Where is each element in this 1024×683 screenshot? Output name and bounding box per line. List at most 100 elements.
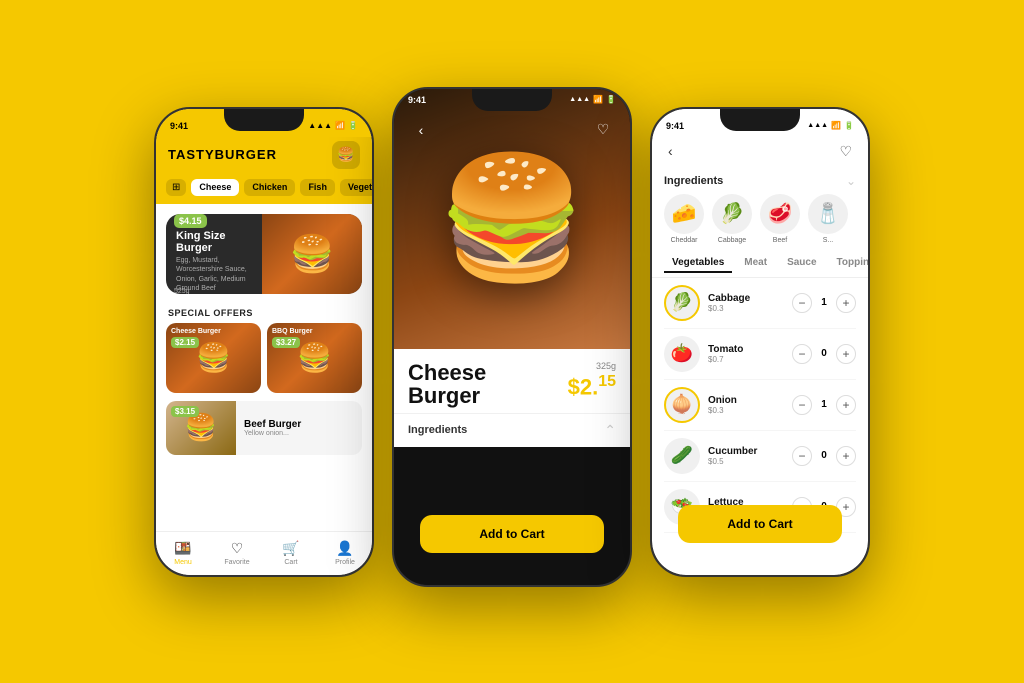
onion-plus[interactable]: + bbox=[836, 395, 856, 415]
special-card-1[interactable]: 🍔 Cheese Burger $2.15 bbox=[166, 323, 261, 393]
app-title: TASTYBURGER bbox=[168, 147, 277, 162]
ingredients-bar: Ingredients ⌃ bbox=[394, 413, 630, 447]
special-price-1: $2.15 bbox=[171, 337, 199, 348]
tab-fish[interactable]: Fish bbox=[300, 179, 335, 196]
ingredients-label: Ingredients bbox=[408, 424, 467, 436]
menu-icon[interactable]: 🍔 bbox=[332, 141, 360, 169]
phone-menu: 9:41 ▲▲▲ 📶 🔋 TASTYBURGER 🍔 ⊞ Cheese Chic… bbox=[154, 107, 374, 577]
phone-product: ‹ ♡ 🍔 9:41 ▲▲▲ 📶 🔋 CheeseBurger 325g bbox=[392, 87, 632, 587]
nav-profile[interactable]: 👤 Profile bbox=[318, 540, 372, 566]
favorite-button[interactable]: ♡ bbox=[590, 117, 616, 143]
onion-qty-ctrl: − 1 + bbox=[792, 395, 856, 415]
product-name: CheeseBurger bbox=[408, 361, 486, 407]
status-icons-1: ▲▲▲ 📶 🔋 bbox=[308, 121, 358, 130]
cheddar-label: Cheddar bbox=[671, 237, 698, 244]
nav-menu[interactable]: 🍱 Menu bbox=[156, 540, 210, 566]
menu-content: $4.15 King Size Burger Egg, Mustard, Wor… bbox=[156, 204, 372, 455]
hero-overlay: ‹ ♡ bbox=[394, 117, 630, 143]
product-info: CheeseBurger 325g $2.15 bbox=[394, 349, 630, 413]
cabbage-chip-label: Cabbage bbox=[718, 237, 746, 244]
special-price-2: $3.27 bbox=[272, 337, 300, 348]
salt-img: 🧂 bbox=[808, 194, 848, 234]
cart-nav-label: Cart bbox=[284, 559, 297, 566]
beef-desc: Yellow onion... bbox=[244, 430, 301, 437]
subtabs: Vegetables Meat Sauce Topping bbox=[652, 248, 868, 278]
chip-beef[interactable]: 🥩 Beef bbox=[760, 194, 800, 244]
salt-label: S... bbox=[823, 237, 834, 244]
grid-icon[interactable]: ⊞ bbox=[166, 179, 186, 196]
ingredients-section-toggle[interactable]: ⌄ bbox=[846, 174, 856, 188]
favorite-nav-label: Favorite bbox=[224, 559, 249, 566]
nav-favorite[interactable]: ♡ Favorite bbox=[210, 540, 264, 566]
featured-weight: 525g bbox=[174, 288, 190, 294]
ingredients-section-title: Ingredients bbox=[664, 175, 723, 187]
onion-name: Onion bbox=[708, 395, 784, 406]
phone3-header: ‹ ♡ bbox=[652, 137, 868, 168]
cabbage-name: Cabbage bbox=[708, 293, 784, 304]
onion-icon: 🧅 bbox=[664, 387, 700, 423]
cabbage-plus[interactable]: + bbox=[836, 293, 856, 313]
tomato-price: $0.7 bbox=[708, 355, 784, 364]
featured-burger-visual: 🍔 bbox=[262, 214, 362, 294]
price-whole: $2. bbox=[568, 374, 599, 399]
cucumber-name: Cucumber bbox=[708, 446, 784, 457]
tomato-minus[interactable]: − bbox=[792, 344, 812, 364]
tomato-qty: 0 bbox=[818, 348, 830, 359]
beef-info: Beef Burger Yellow onion... bbox=[236, 413, 309, 443]
beef-img: 🍔 $3.15 bbox=[166, 401, 236, 455]
ing-row-tomato: 🍅 Tomato $0.7 − 0 + bbox=[664, 329, 856, 380]
special-grid: 🍔 Cheese Burger $2.15 🍔 BBQ Burger $3.27 bbox=[156, 323, 372, 393]
onion-qty: 1 bbox=[818, 399, 830, 410]
ingredients-toggle-icon[interactable]: ⌃ bbox=[604, 422, 616, 439]
tab-cheese[interactable]: Cheese bbox=[191, 179, 239, 196]
add-to-cart-button[interactable]: Add to Cart bbox=[420, 515, 604, 553]
tab-chicken[interactable]: Chicken bbox=[244, 179, 295, 196]
onion-minus[interactable]: − bbox=[792, 395, 812, 415]
cabbage-qty-ctrl: − 1 + bbox=[792, 293, 856, 313]
ingredient-list: 🥬 Cabbage $0.3 − 1 + 🍅 Tomato $0.7 bbox=[652, 278, 868, 533]
subtab-meat[interactable]: Meat bbox=[736, 254, 775, 273]
app-header: TASTYBURGER 🍔 bbox=[156, 137, 372, 179]
cabbage-price: $0.3 bbox=[708, 304, 784, 313]
ing-row-onion: 🧅 Onion $0.3 − 1 + bbox=[664, 380, 856, 431]
back-button-3[interactable]: ‹ bbox=[666, 141, 675, 161]
nav-cart[interactable]: 🛒 Cart bbox=[264, 540, 318, 566]
favorite-nav-icon: ♡ bbox=[231, 540, 244, 557]
p3-add-to-cart-button[interactable]: Add to Cart bbox=[678, 505, 842, 543]
chip-cabbage[interactable]: 🥬 Cabbage bbox=[712, 194, 752, 244]
tab-veg[interactable]: Vegeta... bbox=[340, 179, 372, 196]
notch-2 bbox=[472, 89, 552, 111]
subtab-topping[interactable]: Topping bbox=[829, 254, 868, 273]
beef-item[interactable]: 🍔 $3.15 Beef Burger Yellow onion... bbox=[166, 401, 362, 455]
fav-button-3[interactable]: ♡ bbox=[837, 141, 854, 162]
product-hero: ‹ ♡ 🍔 9:41 ▲▲▲ 📶 🔋 bbox=[394, 89, 630, 349]
chip-salt[interactable]: 🧂 S... bbox=[808, 194, 848, 244]
cabbage-icon: 🥬 bbox=[664, 285, 700, 321]
tomato-icon: 🍅 bbox=[664, 336, 700, 372]
beef-chip-label: Beef bbox=[773, 237, 787, 244]
back-button[interactable]: ‹ bbox=[408, 117, 434, 143]
cucumber-minus[interactable]: − bbox=[792, 446, 812, 466]
tomato-plus[interactable]: + bbox=[836, 344, 856, 364]
subtab-sauce[interactable]: Sauce bbox=[779, 254, 824, 273]
special-card-2[interactable]: 🍔 BBQ Burger $3.27 bbox=[267, 323, 362, 393]
featured-name: King Size Burger bbox=[176, 230, 252, 254]
featured-img: 🍔 bbox=[262, 214, 362, 294]
subtab-vegetables[interactable]: Vegetables bbox=[664, 254, 732, 273]
notch-3 bbox=[720, 109, 800, 131]
chip-cheddar[interactable]: 🧀 Cheddar bbox=[664, 194, 704, 244]
cucumber-qty: 0 bbox=[818, 450, 830, 461]
featured-item[interactable]: $4.15 King Size Burger Egg, Mustard, Wor… bbox=[166, 214, 362, 294]
price-cents: 15 bbox=[598, 373, 616, 390]
cheddar-img: 🧀 bbox=[664, 194, 704, 234]
ing-row-cabbage: 🥬 Cabbage $0.3 − 1 + bbox=[664, 278, 856, 329]
product-weight: 325g bbox=[568, 361, 616, 371]
special-offers-title: SPECIAL OFFERS bbox=[156, 302, 372, 323]
bottom-nav: 🍱 Menu ♡ Favorite 🛒 Cart 👤 Profile bbox=[156, 531, 372, 575]
cucumber-info: Cucumber $0.5 bbox=[708, 446, 784, 466]
cucumber-plus[interactable]: + bbox=[836, 446, 856, 466]
tomato-qty-ctrl: − 0 + bbox=[792, 344, 856, 364]
cabbage-minus[interactable]: − bbox=[792, 293, 812, 313]
onion-info: Onion $0.3 bbox=[708, 395, 784, 415]
tomato-name: Tomato bbox=[708, 344, 784, 355]
